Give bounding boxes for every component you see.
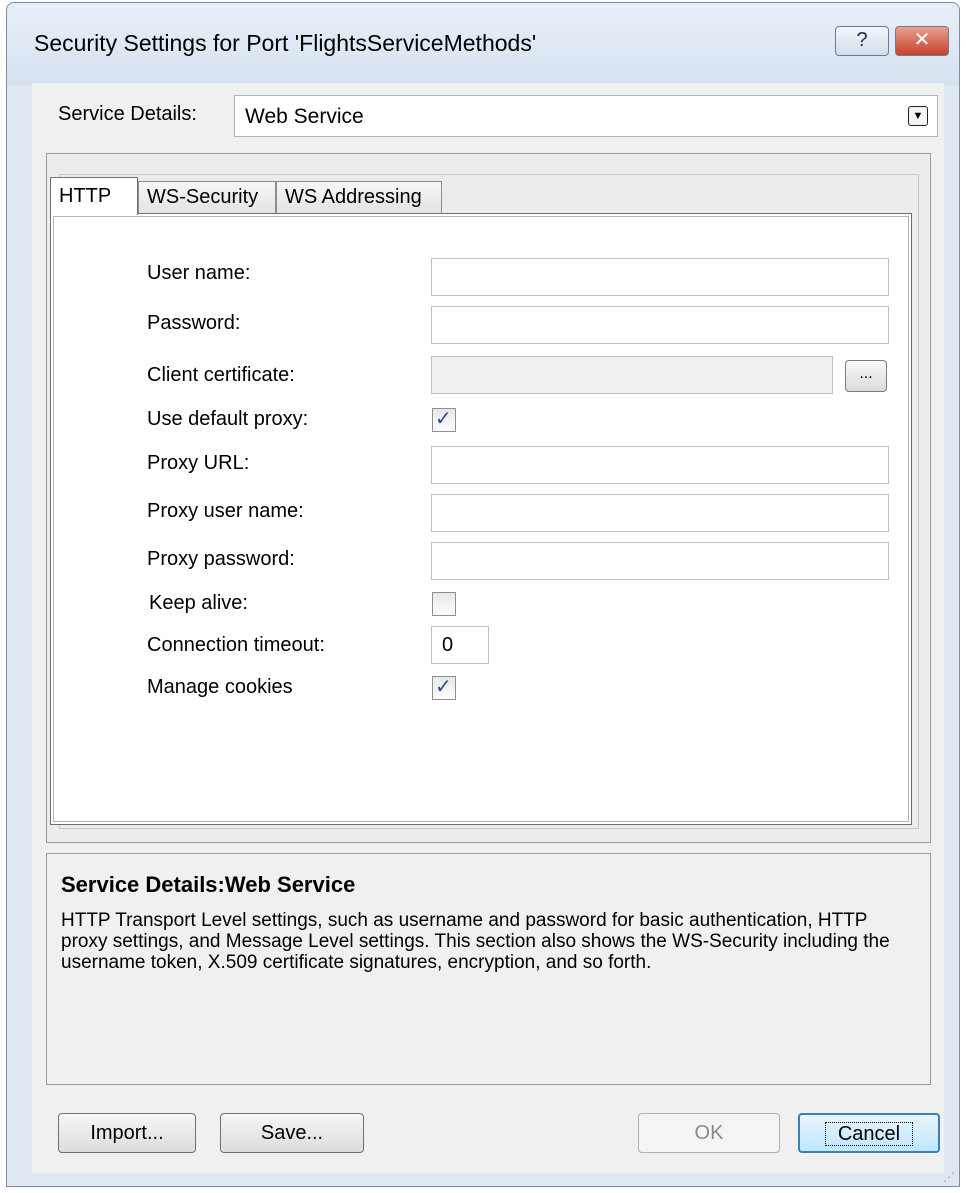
tab-ws-security[interactable]: WS-Security [138, 181, 276, 213]
browse-certificate-button[interactable]: ... [845, 360, 887, 392]
description-text: HTTP Transport Level settings, such as u… [61, 910, 890, 973]
password-field[interactable] [431, 306, 889, 344]
manage-cookies-checkbox[interactable]: ✓ [432, 676, 456, 700]
http-tab-panel: User name: Password: Client certificate:… [50, 213, 912, 825]
tab-http[interactable]: HTTP [50, 177, 138, 215]
user-name-label: User name: [147, 262, 251, 284]
proxy-user-name-label: Proxy user name: [147, 500, 304, 522]
title-bar: Security Settings for Port 'FlightsServi… [7, 3, 959, 85]
cancel-button[interactable]: Cancel [798, 1113, 940, 1153]
keep-alive-checkbox[interactable] [432, 592, 456, 616]
service-details-value: Web Service [245, 105, 364, 128]
dialog-body: Service Details: Web Service ▼ HTTP WS-S… [32, 83, 944, 1173]
proxy-password-label: Proxy password: [147, 548, 295, 570]
cancel-button-label: Cancel [824, 1122, 914, 1146]
connection-timeout-label: Connection timeout: [147, 634, 325, 656]
dropdown-arrow-icon[interactable]: ▼ [908, 106, 928, 126]
description-panel: Service Details:Web Service HTTP Transpo… [46, 853, 931, 1085]
manage-cookies-label: Manage cookies [147, 676, 293, 698]
proxy-url-field[interactable] [431, 446, 889, 484]
proxy-password-field[interactable] [431, 542, 889, 580]
keep-alive-label: Keep alive: [149, 592, 248, 614]
connection-timeout-field[interactable]: 0 [431, 626, 489, 664]
use-default-proxy-label: Use default proxy: [147, 408, 309, 430]
resize-grip-icon[interactable]: ⋰ [943, 1170, 955, 1184]
proxy-user-name-field[interactable] [431, 494, 889, 532]
client-certificate-label: Client certificate: [147, 364, 295, 386]
save-button[interactable]: Save... [220, 1113, 364, 1153]
dialog-window: Security Settings for Port 'FlightsServi… [6, 2, 960, 1187]
checkmark-icon: ✓ [435, 408, 452, 430]
proxy-url-label: Proxy URL: [147, 452, 250, 474]
tab-ws-addressing[interactable]: WS Addressing [276, 181, 442, 213]
help-button[interactable]: ? [835, 26, 889, 56]
description-title: Service Details:Web Service [61, 872, 356, 897]
service-details-dropdown[interactable]: Web Service ▼ [234, 95, 938, 137]
use-default-proxy-checkbox[interactable]: ✓ [432, 408, 456, 432]
password-label: Password: [147, 312, 241, 334]
window-title: Security Settings for Port 'FlightsServi… [34, 30, 537, 56]
service-details-label: Service Details: [58, 103, 197, 125]
user-name-field[interactable] [431, 258, 889, 296]
client-certificate-field [431, 356, 833, 394]
close-button[interactable]: ✕ [895, 26, 949, 56]
ok-button[interactable]: OK [638, 1113, 780, 1153]
import-button[interactable]: Import... [58, 1113, 196, 1153]
checkmark-icon: ✓ [435, 676, 452, 698]
